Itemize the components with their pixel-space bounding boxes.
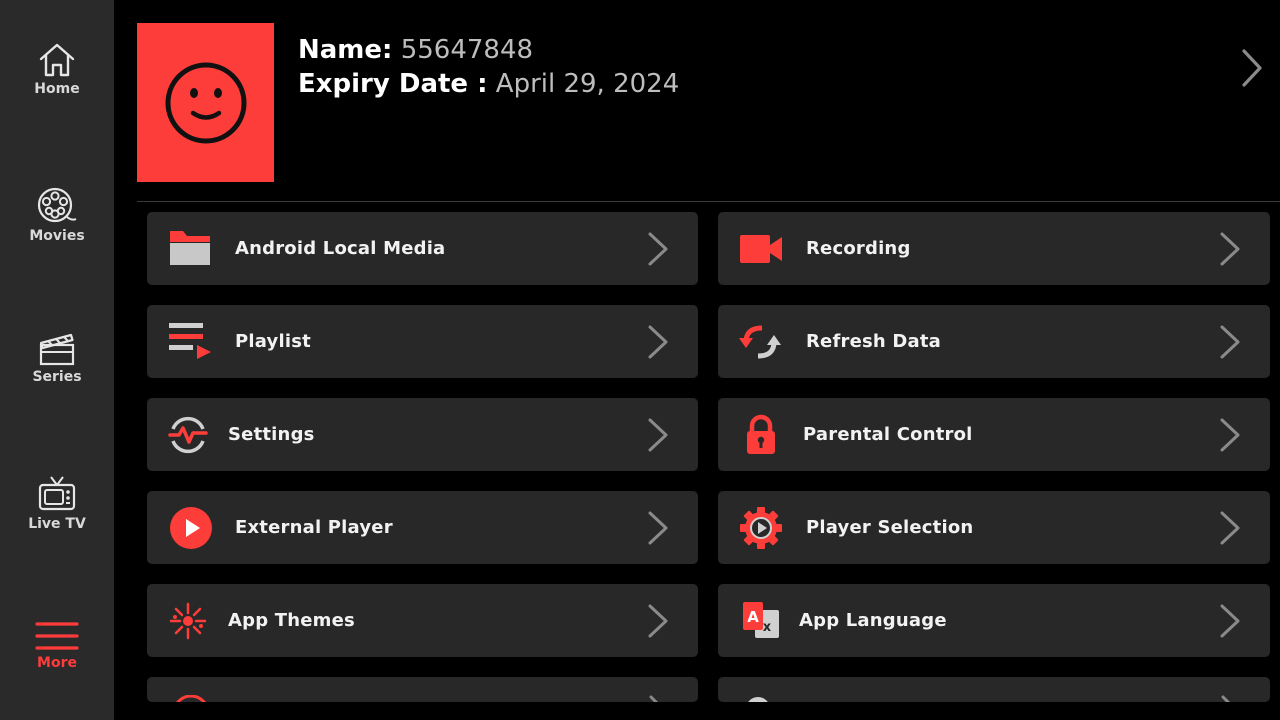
chevron-right-icon: [1220, 511, 1240, 545]
menu-item-label: Settings: [228, 424, 315, 445]
clapperboard-icon: [39, 333, 75, 366]
expiry-value: April 29, 2024: [495, 69, 680, 99]
profile-name-row: Name: 55647848: [298, 33, 679, 67]
sidebar-item-label: Series: [32, 369, 82, 385]
menu-item-label: External Player: [235, 517, 393, 538]
menu-item-external-player[interactable]: External Player: [147, 491, 698, 564]
splash-icon: [165, 598, 211, 644]
film-reel-icon: [37, 187, 77, 223]
chevron-right-icon: [648, 511, 668, 545]
play-circle-icon: [168, 505, 214, 551]
chevron-right-icon: [1220, 418, 1240, 452]
chevron-right-icon: [1220, 232, 1240, 266]
sidebar-item-series[interactable]: Series: [0, 330, 114, 385]
menu-item-app-language[interactable]: x A App Language: [718, 584, 1270, 657]
avatar: [137, 23, 274, 182]
menu-icon: [35, 622, 79, 650]
sidebar: Home Movies Series Live TV More: [0, 0, 114, 720]
menu-item-label: Android Local Media: [235, 238, 446, 259]
playlist-icon: [167, 319, 213, 365]
svg-text:x: x: [763, 620, 772, 635]
menu-item-label: Playlist: [235, 331, 311, 352]
chevron-right-icon: [1220, 325, 1240, 359]
settings-pulse-icon: [165, 412, 211, 458]
menu-item-label: Refresh Data: [806, 331, 942, 352]
profile-expiry-row: Expiry Date : April 29, 2024: [298, 67, 679, 101]
menu-item-settings[interactable]: Settings: [147, 398, 698, 471]
sidebar-item-label: Home: [34, 81, 80, 97]
sidebar-item-label: Live TV: [28, 516, 86, 532]
translate-icon: x A: [738, 598, 784, 644]
name-label: Name:: [298, 35, 393, 65]
sidebar-item-label: More: [37, 655, 77, 671]
expiry-label: Expiry Date :: [298, 69, 488, 99]
menu-item-recording[interactable]: Recording: [718, 212, 1270, 285]
refresh-icon: [738, 319, 784, 365]
header-divider: [137, 201, 1280, 202]
menu-item-partial[interactable]: [147, 677, 698, 702]
profile-chevron-icon[interactable]: [1236, 48, 1266, 92]
menu-item-refresh-data[interactable]: Refresh Data: [718, 305, 1270, 378]
chevron-right-icon: [648, 604, 668, 638]
folder-icon: [167, 226, 213, 272]
tv-icon: [38, 476, 76, 511]
chevron-right-icon: [648, 325, 668, 359]
chevron-right-icon: [648, 232, 668, 266]
menu-item-playlist[interactable]: Playlist: [147, 305, 698, 378]
home-icon: [39, 43, 75, 77]
gear-play-icon: [738, 505, 784, 551]
menu-item-label: App Language: [799, 610, 947, 631]
lock-icon: [738, 412, 784, 458]
partial-icon: [748, 697, 768, 702]
menu-item-label: Player Selection: [806, 517, 974, 538]
video-camera-icon: [738, 226, 784, 272]
menu-item-label: App Themes: [228, 610, 355, 631]
name-value: 55647848: [400, 35, 534, 65]
menu-item-parental-control[interactable]: Parental Control: [718, 398, 1270, 471]
svg-text:A: A: [747, 608, 759, 626]
sidebar-item-more[interactable]: More: [0, 620, 114, 671]
menu-item-partial[interactable]: [718, 677, 1270, 702]
smiley-face-icon: [165, 62, 246, 143]
sidebar-item-label: Movies: [29, 228, 85, 244]
profile-info: Name: 55647848 Expiry Date : April 29, 2…: [298, 33, 679, 101]
menu-item-app-themes[interactable]: App Themes: [147, 584, 698, 657]
sidebar-item-home[interactable]: Home: [0, 42, 114, 97]
menu-item-android-local-media[interactable]: Android Local Media: [147, 212, 698, 285]
chevron-right-icon: [648, 418, 668, 452]
partial-icon: [176, 695, 206, 702]
menu-item-label: Parental Control: [803, 424, 973, 445]
chevron-right-icon: [1221, 695, 1231, 702]
sidebar-item-movies[interactable]: Movies: [0, 187, 114, 244]
chevron-right-icon: [649, 695, 659, 702]
sidebar-item-live-tv[interactable]: Live TV: [0, 475, 114, 532]
chevron-right-icon: [1220, 604, 1240, 638]
menu-item-player-selection[interactable]: Player Selection: [718, 491, 1270, 564]
menu-item-label: Recording: [806, 238, 911, 259]
